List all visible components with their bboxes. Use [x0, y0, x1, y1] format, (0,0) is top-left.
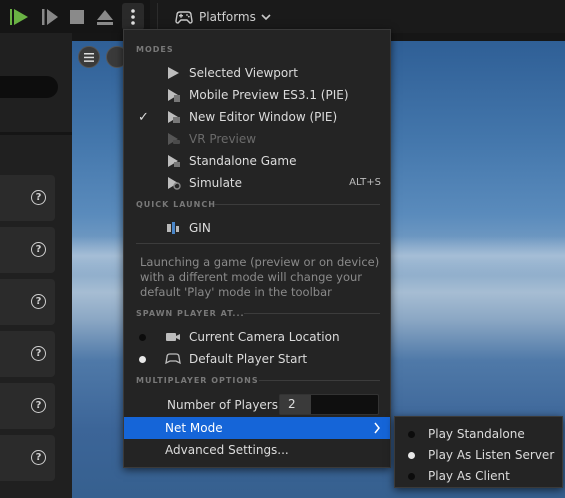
details-row: ? [0, 331, 55, 377]
player-start-icon [165, 353, 181, 365]
vr-icon [168, 133, 180, 145]
simulate-icon [168, 177, 181, 190]
play-icon [10, 9, 28, 25]
details-panel: ? ? ? ? ? ? [0, 33, 72, 498]
gamepad-icon [175, 11, 193, 24]
mode-vr-preview: VR Preview [124, 128, 390, 150]
section-modes: MODES [136, 45, 174, 54]
hamburger-icon [84, 52, 94, 62]
details-row: ? [0, 175, 55, 221]
help-icon[interactable]: ? [31, 294, 46, 309]
more-options-icon [131, 8, 135, 25]
net-mode-play-standalone[interactable]: Play Standalone [395, 424, 562, 445]
details-row: ? [0, 279, 55, 325]
radio-unselected [408, 431, 415, 438]
radio-unselected [408, 473, 415, 480]
camera-icon [166, 333, 180, 341]
section-multiplayer: MULTIPLAYER OPTIONS [136, 376, 259, 385]
section-quick-launch: QUICK LAUNCH [136, 200, 216, 209]
help-icon[interactable]: ? [31, 450, 46, 465]
number-of-players-value: 2 [280, 395, 311, 414]
quick-launch-gin[interactable]: GIN [124, 217, 390, 239]
mode-simulate[interactable]: Simulate ALT+S [124, 172, 390, 194]
section-divider [259, 380, 380, 381]
stop-icon [70, 10, 84, 24]
help-icon[interactable]: ? [31, 346, 46, 361]
radio-selected [139, 356, 146, 363]
checkmark-icon: ✓ [138, 110, 149, 125]
device-icon [167, 222, 179, 234]
advance-frame-button[interactable] [39, 6, 61, 28]
standalone-icon [168, 155, 180, 167]
viewport-menu-button[interactable] [78, 46, 100, 68]
net-mode-submenu: Play Standalone Play As Listen Server Pl… [394, 416, 563, 488]
mode-standalone-game[interactable]: Standalone Game [124, 150, 390, 172]
platforms-label: Platforms [199, 10, 256, 24]
help-icon[interactable]: ? [31, 398, 46, 413]
radio-unselected [139, 334, 146, 341]
help-icon[interactable]: ? [31, 190, 46, 205]
mode-selected-viewport[interactable]: Selected Viewport [124, 62, 390, 84]
spawn-default-player-start[interactable]: Default Player Start [124, 348, 390, 370]
details-row: ? [0, 435, 55, 481]
simulate-shortcut: ALT+S [349, 177, 381, 188]
number-of-players-label: Number of Players [167, 398, 278, 412]
section-divider [244, 313, 380, 314]
net-mode-listen-server[interactable]: Play As Listen Server [395, 445, 562, 466]
play-options-button[interactable] [122, 3, 144, 30]
section-divider [214, 204, 380, 205]
details-search-input[interactable] [0, 76, 58, 98]
details-row: ? [0, 383, 55, 429]
eject-button[interactable] [94, 6, 116, 28]
net-mode-play-as-client[interactable]: Play As Client [395, 466, 562, 487]
toolbar-divider [157, 3, 158, 30]
platforms-button[interactable]: Platforms [174, 6, 271, 28]
mobile-preview-icon [168, 89, 180, 102]
play-icon [168, 67, 179, 79]
panel-separator [0, 132, 72, 135]
eject-icon [97, 10, 113, 25]
radio-selected [408, 452, 415, 459]
mode-mobile-preview[interactable]: Mobile Preview ES3.1 (PIE) [124, 84, 390, 106]
launch-hint-text: Launching a game (preview or on device) … [140, 255, 380, 299]
details-row: ? [0, 227, 55, 273]
spawn-current-camera[interactable]: Current Camera Location [124, 326, 390, 348]
help-icon[interactable]: ? [31, 242, 46, 257]
stop-button[interactable] [66, 6, 88, 28]
mode-new-editor-window[interactable]: ✓ New Editor Window (PIE) [124, 106, 390, 128]
advance-frame-icon [42, 9, 58, 25]
section-divider [136, 243, 380, 244]
net-mode-item[interactable]: Net Mode [124, 417, 390, 439]
chevron-down-icon [261, 14, 271, 21]
advanced-settings-item[interactable]: Advanced Settings... [165, 443, 289, 457]
chevron-right-icon [374, 422, 380, 434]
number-of-players-input[interactable]: 2 [279, 394, 379, 415]
new-window-icon [168, 111, 180, 123]
play-options-menu: MODES Selected Viewport Mobile Preview E… [123, 29, 391, 468]
play-button[interactable] [8, 6, 30, 28]
section-spawn-player: SPAWN PLAYER AT... [136, 309, 245, 318]
net-mode-label: Net Mode [165, 421, 223, 435]
